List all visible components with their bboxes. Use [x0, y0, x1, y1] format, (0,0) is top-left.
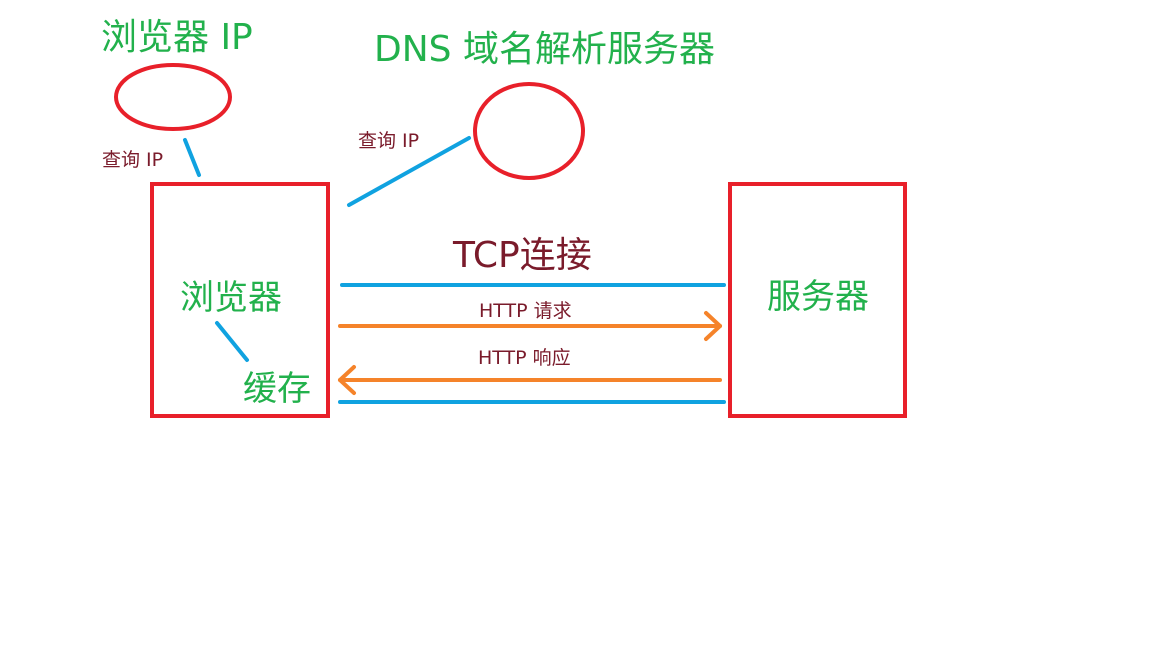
query-ip-label-middle: 查询 IP — [358, 130, 420, 152]
cache-label: 缓存 — [243, 369, 311, 409]
http-response-label: HTTP 响应 — [478, 347, 571, 369]
http-request-label: HTTP 请求 — [479, 300, 572, 322]
server-label: 服务器 — [767, 277, 869, 317]
tcp-connection-label: TCP连接 — [453, 235, 592, 276]
dns-server-label: DNS 域名解析服务器 — [374, 29, 715, 70]
browser-ip-label: 浏览器 IP — [101, 17, 253, 58]
browser-label: 浏览器 — [180, 278, 282, 318]
browser-ip-connector — [183, 138, 201, 177]
diagram-canvas — [114, 63, 907, 418]
browser-ip-cache-ellipse — [114, 63, 232, 131]
dns-server-ellipse — [473, 82, 585, 180]
query-ip-label-left: 查询 IP — [102, 149, 164, 171]
cache-connector — [215, 321, 249, 362]
